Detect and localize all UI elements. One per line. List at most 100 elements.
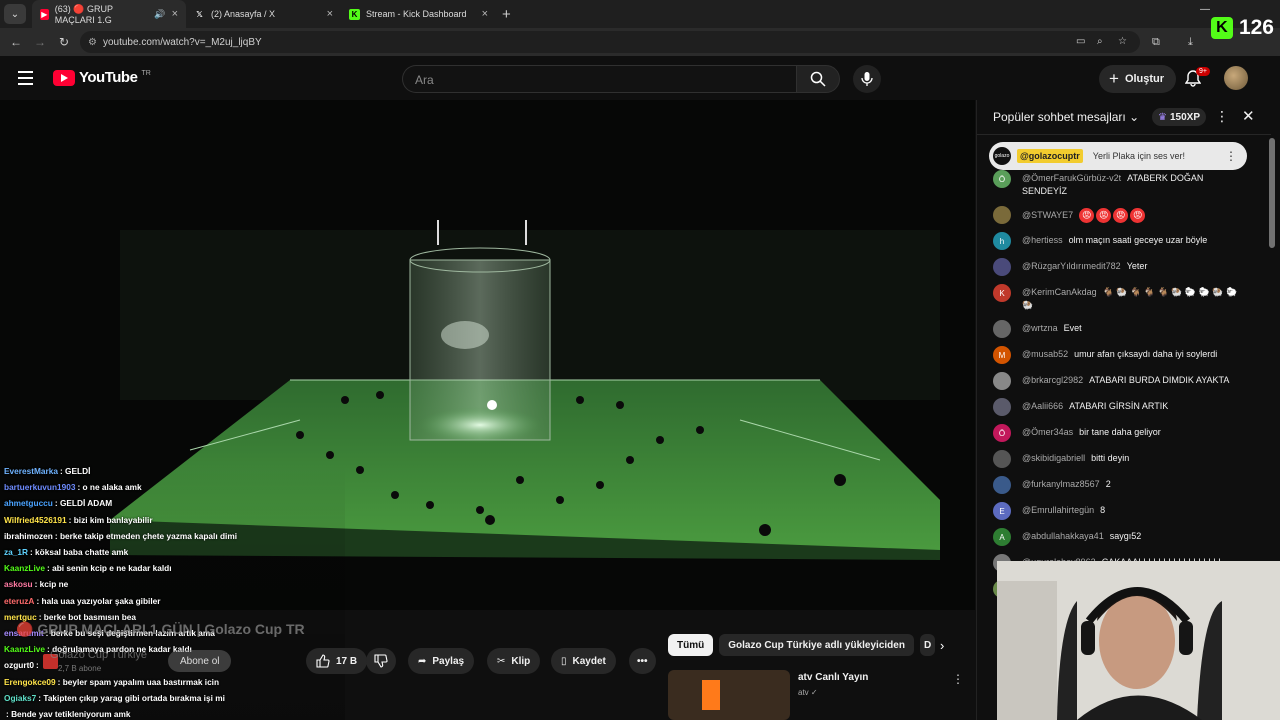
more-vertical-icon[interactable]: ⋮	[1215, 108, 1229, 125]
create-button[interactable]: + Oluştur	[1099, 65, 1177, 93]
kick-logo: K	[1210, 17, 1233, 39]
chat-message[interactable]: @wrtzna Evet	[993, 320, 1243, 338]
chat-username[interactable]: @brkarcgl2982	[1022, 375, 1083, 385]
chat-avatar[interactable]: Ö	[993, 170, 1011, 188]
chat-avatar[interactable]	[993, 476, 1011, 494]
clip-button[interactable]: ✂ Klip	[487, 648, 541, 674]
chat-text: ATABARI GİRSİN ARTIK	[1069, 401, 1169, 411]
menu-icon[interactable]	[18, 71, 33, 89]
chat-message[interactable]: M @musab52 umur afan çıksaydı daha iyi soy…	[993, 346, 1243, 364]
chip-uploader[interactable]: Golazo Cup Türkiye adlı yükleyiciden	[719, 634, 914, 656]
chat-text: bir tane daha geliyor	[1079, 427, 1161, 437]
chat-message[interactable]: @skibidigabriell bitti deyin	[993, 450, 1243, 468]
tab-youtube[interactable]: ▶ (63) 🔴 GRUP MAÇLARI 1.G 🔊 ×	[32, 0, 186, 28]
account-avatar[interactable]	[1224, 66, 1248, 90]
back-icon[interactable]: ←	[4, 35, 28, 49]
chat-message[interactable]: A @abdullahakkaya41 saygı52	[993, 528, 1243, 546]
pinned-message[interactable]: golazo @golazocuptr Yerli Plaka için ses…	[989, 142, 1247, 170]
chat-message[interactable]: E @Emrullahirtegün 8	[993, 502, 1243, 520]
chat-message[interactable]: @RüzgarYıldırımedit782 Yeter	[993, 258, 1243, 276]
chat-username[interactable]: @STWAYE7	[1022, 210, 1073, 220]
reload-icon[interactable]: ↻	[52, 35, 76, 49]
speaker-icon[interactable]: 🔊	[154, 9, 165, 20]
tab-x[interactable]: 𝕏 (2) Anasayfa / X ×	[186, 0, 341, 28]
chat-username[interactable]: @KerimCanAkdag	[1022, 287, 1097, 297]
overlay-chat-user: ibrahimozen	[4, 530, 53, 541]
chat-username[interactable]: @abdullahakkaya41	[1022, 531, 1104, 541]
chat-message[interactable]: h @hertiess olm maçın saati geceye uzar bö…	[993, 232, 1243, 250]
angry-emoji-icon: 😡	[1096, 208, 1112, 223]
chat-message[interactable]: @brkarcgl2982 ATABARI BURDA DIMDIK AYAKTA	[993, 372, 1243, 390]
chip-partial[interactable]: D	[919, 634, 936, 656]
chat-message[interactable]: @furkanylmaz8567 2	[993, 476, 1243, 494]
chat-text: ATABARI BURDA DIMDIK AYAKTA	[1089, 375, 1230, 385]
chat-avatar[interactable]	[993, 258, 1011, 276]
chat-username[interactable]: @ÖmerFarukGürbüz-v2t	[1022, 173, 1121, 183]
new-tab-button[interactable]: +	[502, 6, 511, 23]
overlay-chat-line: Erengokce09: beyler spam yapalım uaa bas…	[0, 674, 345, 690]
chat-username[interactable]: @wrtzna	[1022, 323, 1058, 333]
chat-avatar[interactable]: M	[993, 346, 1011, 364]
more-vertical-icon[interactable]: ⋮	[952, 672, 964, 686]
chat-mode-dropdown[interactable]: Popüler sohbet mesajları ⌄	[993, 110, 1139, 124]
channel-name[interactable]: Golazo Cup Türkiye	[50, 649, 147, 661]
download-icon[interactable]: ⤓	[1188, 36, 1193, 49]
xp-badge[interactable]: ♛ 150XP	[1152, 108, 1206, 126]
overlay-chat-line: askosu: kcip ne	[0, 576, 345, 592]
chat-avatar[interactable]	[993, 206, 1011, 224]
chat-avatar[interactable]: h	[993, 232, 1011, 250]
chat-message[interactable]: @Aalii666 ATABARI GİRSİN ARTIK	[993, 398, 1243, 416]
save-button[interactable]: ▯ Kaydet	[551, 648, 616, 674]
chat-username[interactable]: @Aalii666	[1022, 401, 1063, 411]
chat-avatar[interactable]	[993, 320, 1011, 338]
related-thumbnail[interactable]	[668, 670, 790, 720]
chat-username[interactable]: @Ömer34as	[1022, 427, 1073, 437]
chat-message[interactable]: Ö @Ömer34as bir tane daha geliyor	[993, 424, 1243, 442]
chat-avatar[interactable]	[993, 372, 1011, 390]
share-button[interactable]: ➦ Paylaş	[408, 648, 475, 674]
chevron-right-icon[interactable]: ›	[940, 638, 944, 653]
chat-username[interactable]: @hertiess	[1022, 235, 1063, 245]
forward-icon[interactable]: →	[28, 35, 52, 49]
search-button[interactable]	[796, 65, 840, 93]
close-icon[interactable]: ✕	[1242, 107, 1255, 125]
subscribe-button[interactable]: Abone ol	[168, 650, 232, 672]
tab-close-icon[interactable]: ×	[172, 8, 178, 20]
site-info-icon[interactable]: ⚙	[88, 37, 97, 48]
youtube-logo[interactable]: YouTube TR	[53, 69, 151, 86]
tab-close-icon[interactable]: ×	[482, 8, 488, 20]
bookmark-star-icon[interactable]: ☆	[1118, 36, 1127, 47]
search-input[interactable]: Ara	[402, 65, 796, 93]
chat-avatar[interactable]: E	[993, 502, 1011, 520]
chip-all[interactable]: Tümü	[668, 634, 714, 656]
chat-username[interactable]: @skibidigabriell	[1022, 453, 1085, 463]
chat-avatar[interactable]: A	[993, 528, 1011, 546]
minimize-icon[interactable]: —	[1200, 4, 1210, 15]
chat-avatar[interactable]: Ö	[993, 424, 1011, 442]
tab-kick[interactable]: K Stream - Kick Dashboard ×	[341, 0, 496, 28]
tab-title: Stream - Kick Dashboard	[366, 9, 467, 19]
chat-message[interactable]: K @KerimCanAkdag 🐐 🐏 🐐 🐐 🐐 🐏 🐑 🐑 🐏 🐑 🐏	[993, 284, 1243, 312]
chat-avatar[interactable]	[993, 398, 1011, 416]
like-button[interactable]: 17 B	[306, 648, 368, 674]
dislike-button[interactable]	[366, 648, 396, 674]
related-title[interactable]: atv Canlı Yayın	[798, 672, 868, 683]
chat-username[interactable]: @musab52	[1022, 349, 1068, 359]
chat-avatar[interactable]: K	[993, 284, 1011, 302]
chat-username[interactable]: @Emrullahirtegün	[1022, 505, 1094, 515]
more-vertical-icon[interactable]: ⋮	[1225, 149, 1237, 163]
tab-search-button[interactable]: ⌄	[4, 4, 26, 24]
address-bar[interactable]: ⚙ youtube.com/watch?v=_M2uj_ljqBY ▭ ⌕ ☆	[80, 31, 1140, 53]
tab-close-icon[interactable]: ×	[327, 8, 333, 20]
chat-message[interactable]: Ö @ÖmerFarukGürbüz-v2t ATABERK DOĞAN SENDE…	[993, 170, 1243, 198]
chat-scrollbar[interactable]	[1269, 138, 1275, 248]
cast-icon[interactable]: ▭	[1076, 36, 1085, 47]
chat-username[interactable]: @furkanylmaz8567	[1022, 479, 1100, 489]
chat-username[interactable]: @RüzgarYıldırımedit782	[1022, 261, 1121, 271]
chat-avatar[interactable]	[993, 450, 1011, 468]
chat-message[interactable]: @STWAYE7 😡 😡 😡 😡	[993, 206, 1243, 224]
zoom-icon[interactable]: ⌕	[1097, 36, 1103, 47]
extensions-icon[interactable]: ⧉	[1152, 36, 1160, 49]
more-actions-button[interactable]: •••	[629, 648, 656, 674]
voice-search-button[interactable]	[853, 65, 881, 93]
